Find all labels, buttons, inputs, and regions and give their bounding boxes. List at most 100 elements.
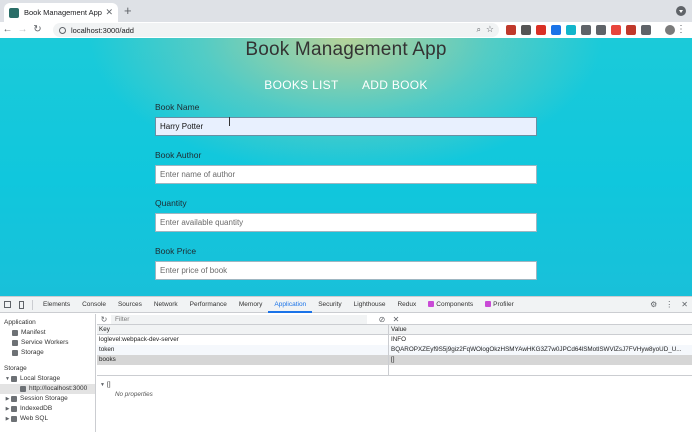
nav-add-book-link[interactable]: ADD BOOK (362, 78, 428, 92)
settings-gear-icon[interactable]: ⚙ (650, 300, 657, 310)
browser-menu-icon[interactable]: ⋮ (676, 24, 686, 36)
bookmark-star-icon[interactable]: ☆ (486, 24, 494, 35)
nav-books-list-link[interactable]: BOOKS LIST (264, 78, 338, 92)
divider (32, 299, 33, 310)
row-value (389, 365, 692, 375)
preview-root[interactable]: ▼[] (100, 380, 692, 390)
tab-memory[interactable]: Memory (233, 297, 268, 313)
tab-performance[interactable]: Performance (184, 297, 233, 313)
table-row-selected[interactable]: books [] (97, 355, 692, 365)
extension-icon[interactable] (626, 25, 636, 35)
row-value[interactable]: INFO (389, 335, 692, 345)
reload-button[interactable]: ↻ (30, 22, 45, 38)
react-icon (428, 300, 435, 307)
extension-icon[interactable] (536, 25, 546, 35)
refresh-icon[interactable]: ↻ (97, 315, 111, 324)
site-info-icon[interactable] (59, 26, 66, 34)
book-price-label: Book Price (155, 246, 197, 256)
inspect-element-icon[interactable] (0, 297, 14, 313)
extensions-bar (506, 25, 651, 35)
sidebar-item-localhost-origin[interactable]: http://localhost:3000 (0, 384, 95, 394)
filter-input[interactable] (111, 314, 367, 324)
profile-avatar-icon[interactable] (665, 25, 675, 35)
book-author-input[interactable] (155, 165, 537, 184)
grid-icon (11, 376, 17, 382)
tab-network[interactable]: Network (148, 297, 184, 313)
tab-label: Memory (238, 300, 263, 308)
extension-icon[interactable] (521, 25, 531, 35)
extension-icon[interactable] (566, 25, 576, 35)
sidebar-item-websql[interactable]: ▶ Web SQL (0, 414, 95, 424)
tab-label: Console (82, 300, 106, 308)
clear-all-icon[interactable]: ⊘ (377, 315, 387, 324)
tab-redux[interactable]: Redux (391, 297, 422, 313)
sidebar-item-manifest[interactable]: Manifest (0, 328, 95, 338)
sidebar-item-local-storage[interactable]: ▼ Local Storage (0, 374, 95, 384)
tab-label: Elements (43, 300, 71, 308)
app-favicon-icon (9, 7, 19, 18)
storage-view: ↻ ⊘ ✕ Key Value loglevel:webpack-dev-ser… (97, 314, 692, 432)
address-bar[interactable]: localhost:3000/add ⌕ ☆ (53, 23, 499, 37)
tab-label: Performance (189, 300, 227, 308)
tab-sources[interactable]: Sources (112, 297, 148, 313)
close-devtools-icon[interactable]: ✕ (681, 300, 688, 310)
table-row[interactable]: token BQAROPXZEyf9S5j9giz2FqWOlogOkzHSMY… (97, 345, 692, 355)
text-cursor-icon (229, 117, 234, 126)
row-key[interactable]: loglevel:webpack-dev-server (97, 335, 389, 345)
tab-profiler[interactable]: Profiler (479, 297, 520, 313)
sidebar-item-label: Local Storage (20, 375, 61, 382)
new-tab-button[interactable]: + (124, 4, 132, 18)
book-name-label: Book Name (155, 102, 200, 112)
table-row[interactable]: loglevel:webpack-dev-server INFO (97, 335, 692, 345)
sidebar-item-service-workers[interactable]: Service Workers (0, 338, 95, 348)
tab-close-icon[interactable]: ✕ (105, 7, 113, 18)
sidebar-item-storage[interactable]: Storage (0, 348, 95, 358)
tab-application[interactable]: Application (268, 297, 313, 313)
grid-icon (20, 386, 26, 392)
expanded-arrow-icon[interactable]: ▼ (100, 382, 105, 388)
tab-elements[interactable]: Elements (37, 297, 76, 313)
collapsed-arrow-icon[interactable]: ▶ (4, 414, 11, 424)
sidebar-item-label: Service Workers (21, 339, 69, 346)
devtools-tabs: Elements Console Sources Network Performance… (37, 297, 520, 313)
window-menu-icon[interactable] (676, 6, 686, 16)
sidebar-storage-heading: Storage (4, 365, 27, 372)
tab-security[interactable]: Security (312, 297, 347, 313)
extension-icon[interactable] (506, 25, 516, 35)
extension-icon[interactable] (611, 25, 621, 35)
tab-console[interactable]: Console (76, 297, 112, 313)
tab-components[interactable]: Components (422, 297, 479, 313)
row-key[interactable]: token (97, 345, 389, 355)
sidebar-item-indexeddb[interactable]: ▶ IndexedDB (0, 404, 95, 414)
extension-icon[interactable] (596, 25, 606, 35)
collapsed-arrow-icon[interactable]: ▶ (4, 394, 11, 404)
tab-label: Sources (117, 300, 142, 308)
book-name-input[interactable] (155, 117, 537, 136)
url-text[interactable]: localhost:3000/add (71, 26, 134, 35)
key-column-header[interactable]: Key (97, 325, 389, 334)
row-key[interactable]: books (97, 355, 389, 365)
tab-lighthouse[interactable]: Lighthouse (348, 297, 392, 313)
sidebar-item-session-storage[interactable]: ▶ Session Storage (0, 394, 95, 404)
book-price-input[interactable] (155, 261, 537, 280)
collapsed-arrow-icon[interactable]: ▶ (4, 404, 11, 414)
more-options-icon[interactable]: ⋮ (665, 300, 673, 310)
zoom-icon[interactable]: ⌕ (477, 25, 481, 35)
row-value[interactable]: BQAROPXZEyf9S5j9giz2FqWOlogOkzHSMYAwHKG3… (389, 345, 692, 355)
forward-button[interactable]: → (15, 22, 30, 38)
sidebar-application-heading: Application (4, 319, 36, 326)
sidebar-item-label: http://localhost:3000 (29, 385, 88, 392)
device-toolbar-icon[interactable] (14, 297, 28, 313)
page-viewport: Book Management App BOOKS LIST ADD BOOK … (0, 38, 692, 296)
row-value[interactable]: [] (389, 355, 692, 365)
extension-icon[interactable] (581, 25, 591, 35)
back-button[interactable]: ← (0, 22, 15, 38)
browser-toolbar: ← → ↻ localhost:3000/add ⌕ ☆ ⋮ (0, 22, 692, 38)
value-column-header[interactable]: Value (389, 325, 692, 334)
expanded-arrow-icon[interactable]: ▼ (4, 374, 11, 384)
delete-selected-icon[interactable]: ✕ (391, 315, 401, 324)
extension-icon[interactable] (641, 25, 651, 35)
extension-icon[interactable] (551, 25, 561, 35)
browser-tab[interactable]: Book Management App ✕ (4, 3, 118, 22)
quantity-input[interactable] (155, 213, 537, 232)
